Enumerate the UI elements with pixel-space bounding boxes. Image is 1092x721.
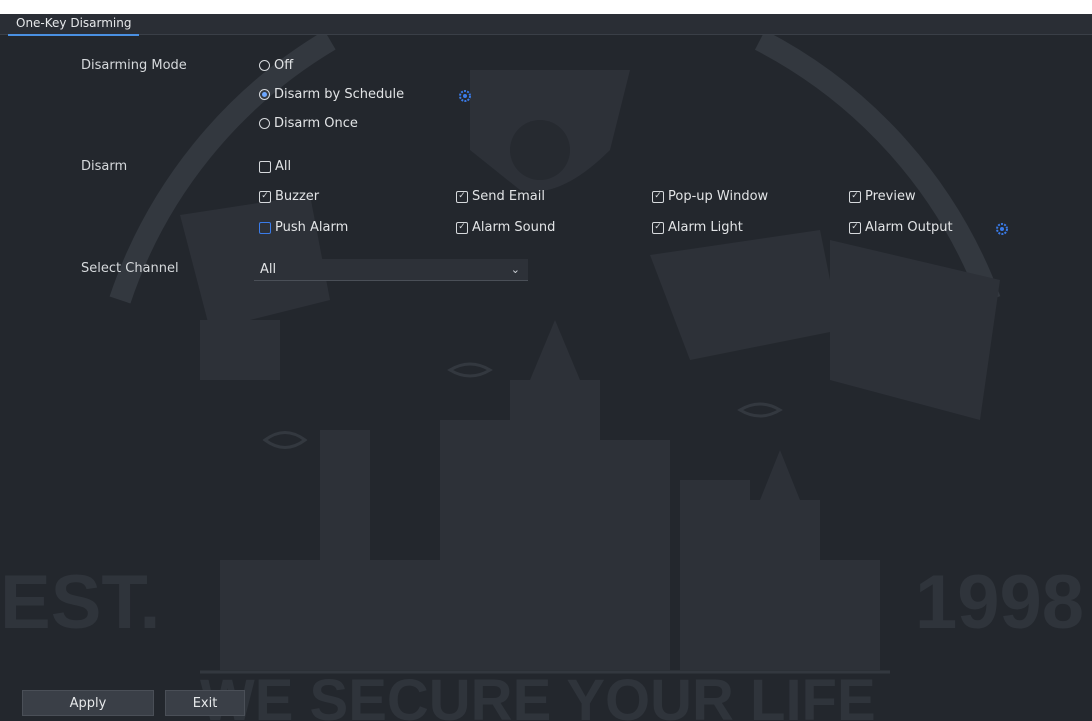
checkbox-popup-window[interactable]: ✓ Pop-up Window (652, 189, 768, 204)
select-channel-dropdown[interactable]: All ⌄ (254, 259, 528, 281)
checkbox-all-label: All (275, 159, 292, 174)
apply-button[interactable]: Apply (22, 690, 154, 716)
checkbox-checked-icon: ✓ (849, 221, 861, 234)
tab-one-key-disarming[interactable]: One-Key Disarming (8, 15, 140, 36)
alarm-output-settings-gear-icon[interactable] (995, 222, 1009, 236)
radio-icon (259, 60, 270, 71)
checkbox-buzzer[interactable]: ✓ Buzzer (259, 189, 319, 204)
watermark-right-text: 1998 (915, 560, 1084, 645)
disarming-mode-label: Disarming Mode (81, 58, 187, 73)
checkbox-send-email-label: Send Email (472, 189, 545, 204)
watermark-left-text: EST. (0, 560, 161, 645)
checkbox-alarm-light[interactable]: ✓ Alarm Light (652, 220, 743, 235)
checkbox-unchecked-icon (259, 221, 271, 234)
radio-selected-icon (259, 89, 270, 100)
tab-bar: One-Key Disarming (0, 14, 1092, 36)
select-channel-label: Select Channel (81, 261, 179, 276)
checkbox-buzzer-label: Buzzer (275, 189, 320, 204)
checkbox-icon (259, 160, 271, 173)
disarm-label: Disarm (81, 159, 128, 174)
radio-off-label: Off (274, 58, 294, 73)
checkbox-preview[interactable]: ✓ Preview (849, 189, 916, 204)
radio-off[interactable]: Off (259, 58, 293, 73)
radio-disarm-once[interactable]: Disarm Once (259, 116, 358, 131)
company-watermark: EST. 1998 WE SECURE YOUR LIFE (0, 30, 1084, 721)
radio-disarm-by-schedule-label: Disarm by Schedule (274, 87, 405, 102)
checkbox-checked-icon: ✓ (652, 190, 664, 203)
checkbox-popup-window-label: Pop-up Window (668, 189, 769, 204)
checkbox-send-email[interactable]: ✓ Send Email (456, 189, 545, 204)
checkbox-alarm-sound[interactable]: ✓ Alarm Sound (456, 220, 555, 235)
checkbox-alarm-output[interactable]: ✓ Alarm Output (849, 220, 953, 235)
radio-icon (259, 118, 270, 129)
checkbox-alarm-output-label: Alarm Output (865, 220, 953, 235)
radio-disarm-by-schedule[interactable]: Disarm by Schedule (259, 87, 404, 102)
checkbox-checked-icon: ✓ (456, 190, 468, 203)
checkbox-checked-icon: ✓ (259, 190, 271, 203)
chevron-down-icon: ⌄ (510, 263, 520, 276)
checkbox-push-alarm-label: Push Alarm (275, 220, 349, 235)
watermark-slogan: WE SECURE YOUR LIFE (200, 668, 876, 721)
checkbox-checked-icon: ✓ (652, 221, 664, 234)
select-channel-value: All (260, 262, 277, 277)
checkbox-alarm-sound-label: Alarm Sound (472, 220, 556, 235)
checkbox-push-alarm[interactable]: Push Alarm (259, 220, 348, 235)
radio-disarm-once-label: Disarm Once (274, 116, 358, 131)
checkbox-all[interactable]: All (259, 159, 291, 174)
window-top-strip (0, 0, 1092, 14)
exit-button[interactable]: Exit (165, 690, 245, 716)
checkbox-checked-icon: ✓ (849, 190, 861, 203)
checkbox-preview-label: Preview (865, 189, 916, 204)
checkbox-alarm-light-label: Alarm Light (668, 220, 743, 235)
checkbox-checked-icon: ✓ (456, 221, 468, 234)
schedule-settings-gear-icon[interactable] (458, 89, 472, 103)
